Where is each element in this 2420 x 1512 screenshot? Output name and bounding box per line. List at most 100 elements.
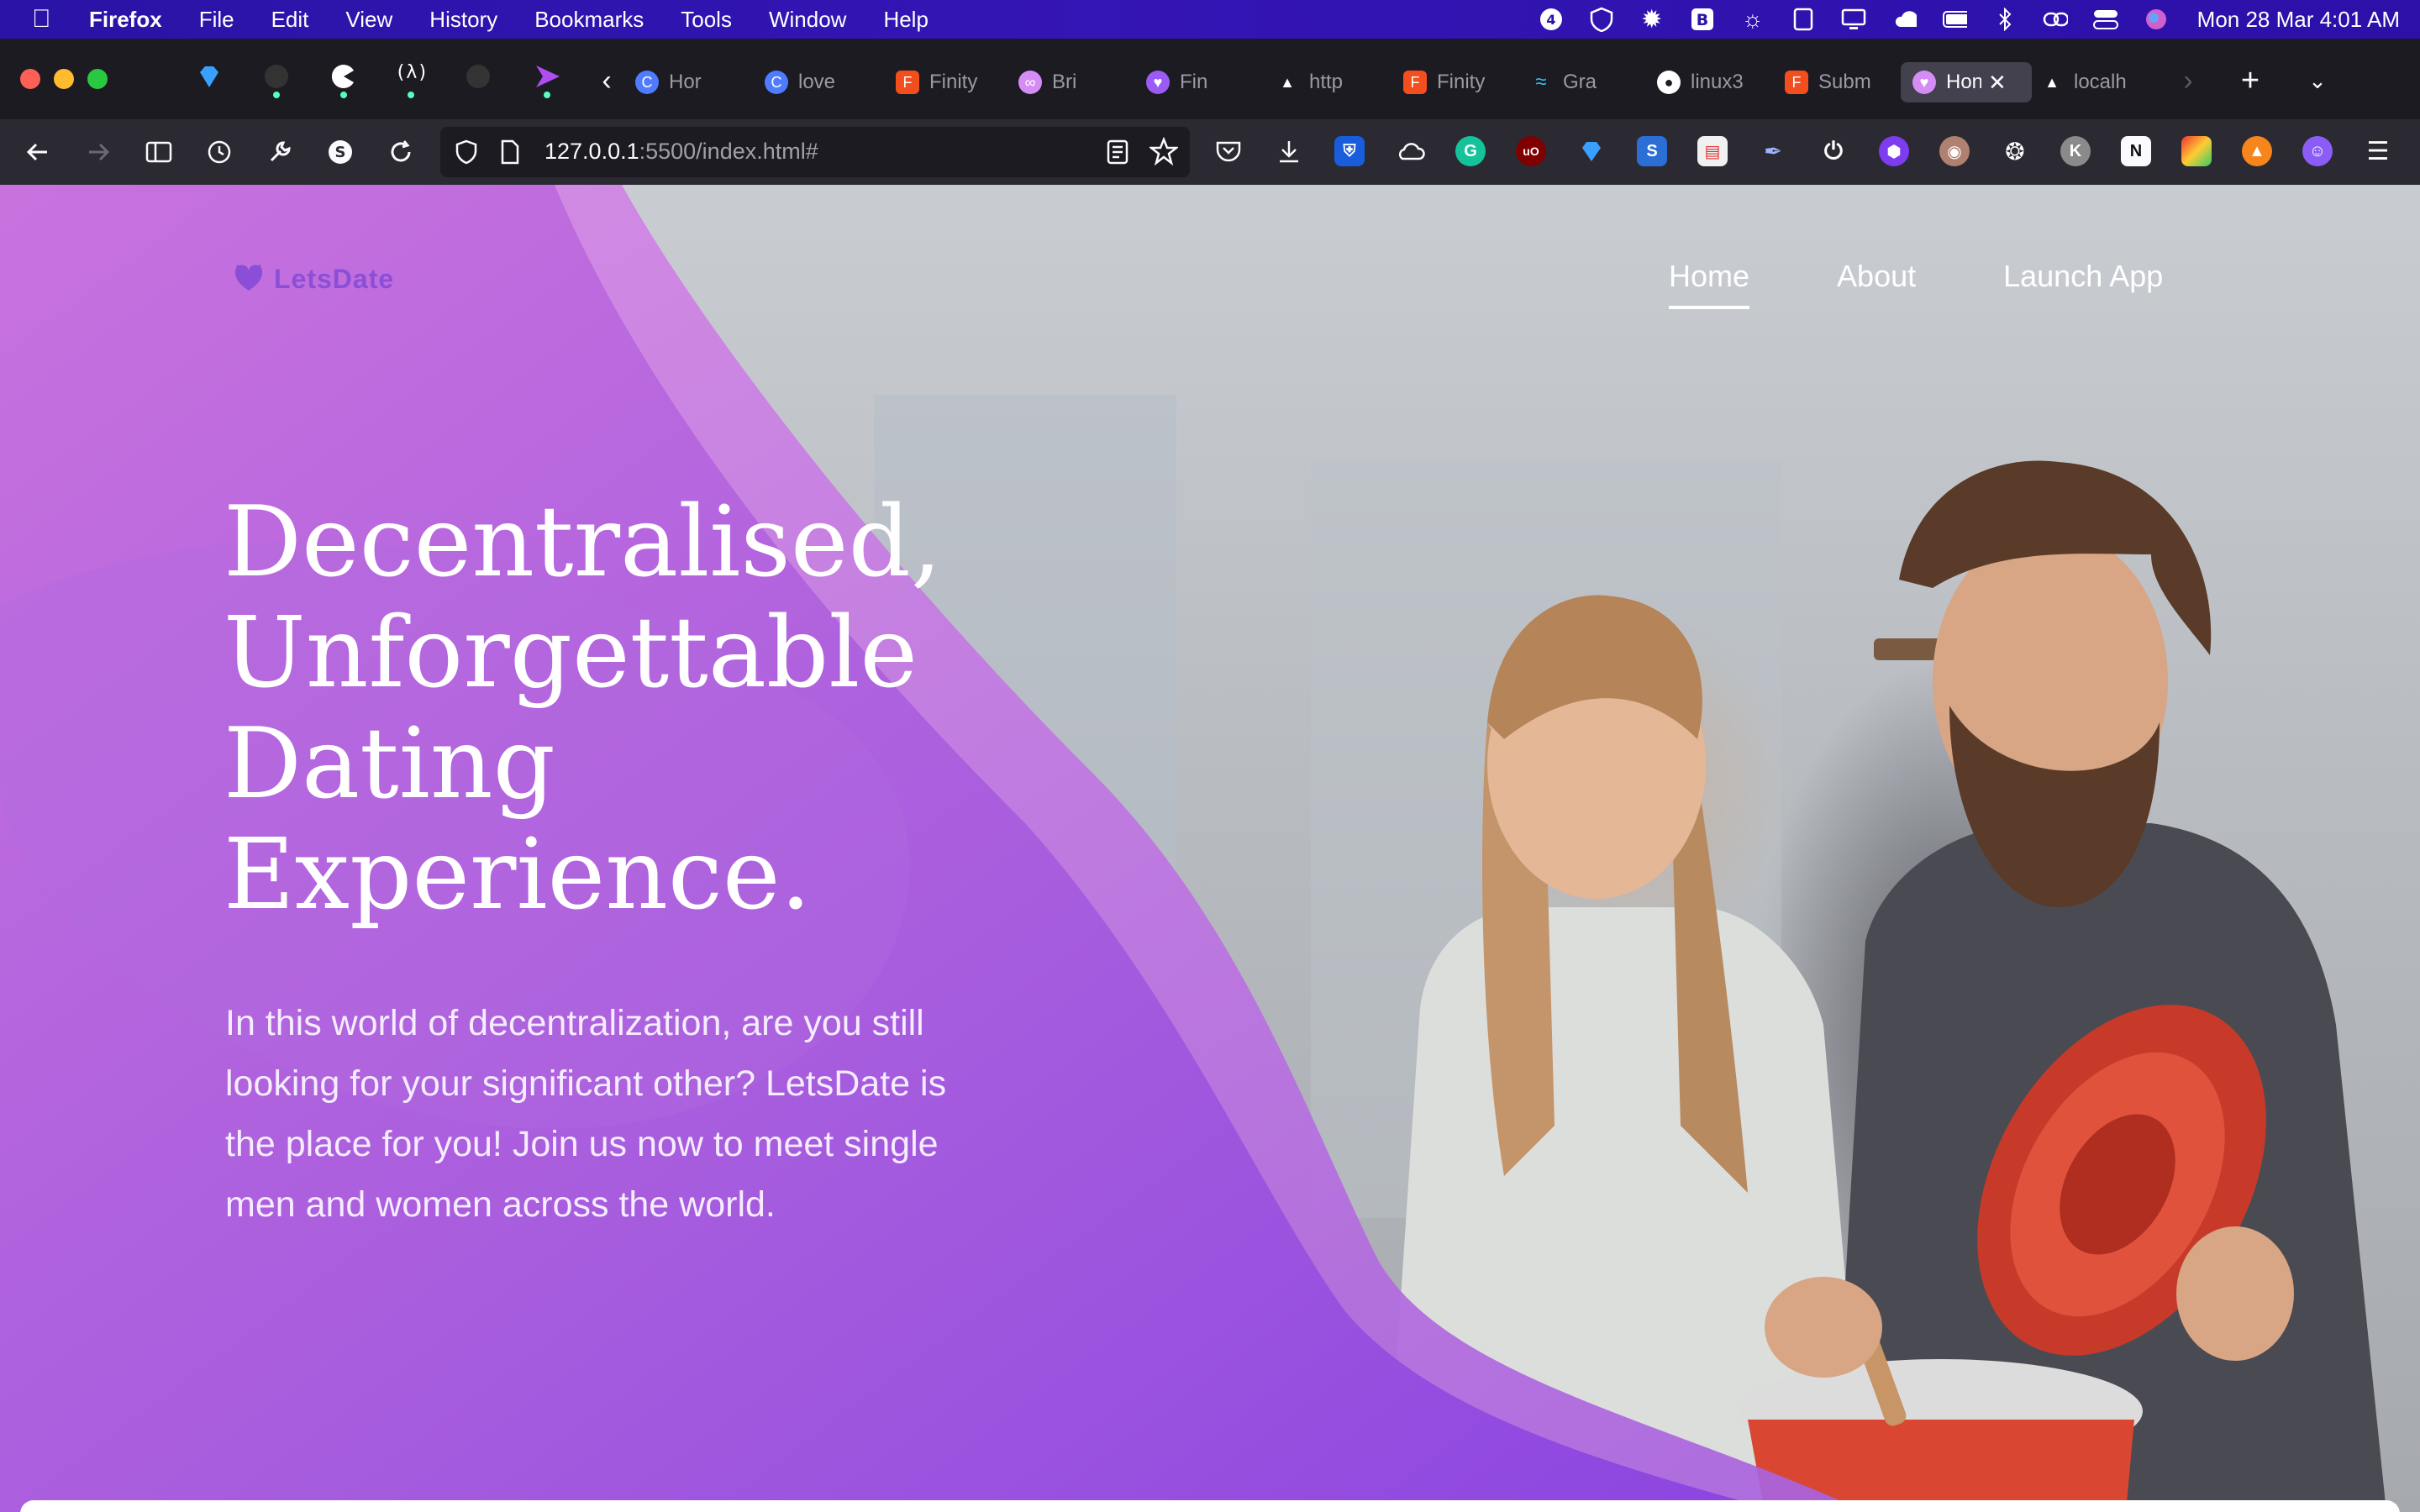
tab-title: Gra bbox=[1563, 71, 1597, 93]
pocket-icon[interactable] bbox=[1213, 136, 1244, 166]
s-extension-icon[interactable]: S bbox=[323, 134, 358, 170]
close-tab-icon[interactable]: ✕ bbox=[1988, 70, 2007, 96]
tab[interactable]: F Finity bbox=[896, 62, 988, 102]
memory-icon[interactable] bbox=[1791, 7, 1816, 32]
tab-active[interactable]: ♥ Hon ✕ bbox=[1901, 62, 2032, 102]
menu-history[interactable]: History bbox=[429, 7, 497, 33]
tab[interactable]: ∞ Bri bbox=[1018, 62, 1111, 102]
history-icon[interactable] bbox=[202, 134, 237, 170]
tab[interactable]: ♥ Fin bbox=[1146, 62, 1239, 102]
tab-title: http bbox=[1309, 71, 1344, 93]
bold-b-icon[interactable]: B bbox=[1690, 7, 1715, 32]
power-icon[interactable]: ⏻ bbox=[1818, 136, 1849, 166]
url-bar[interactable]: 127.0.0.1:5500/index.html# bbox=[440, 127, 1190, 177]
vercel-icon: ▲ bbox=[2044, 73, 2060, 91]
url-path: :5500/index.html# bbox=[639, 139, 818, 164]
scroll-tabs-right-button[interactable]: › bbox=[2171, 64, 2205, 97]
tailwind-icon: ≈ bbox=[1535, 71, 1547, 93]
color-picker-icon[interactable] bbox=[2181, 136, 2212, 166]
tab-title: Bri bbox=[1052, 71, 1077, 93]
k-extension-icon[interactable]: K bbox=[2060, 136, 2091, 166]
tab[interactable]: ▲ http bbox=[1276, 62, 1368, 102]
menu-view[interactable]: View bbox=[345, 7, 392, 33]
grammarly-icon[interactable]: G bbox=[1455, 136, 1486, 166]
scroll-tabs-left-button[interactable]: ‹ bbox=[590, 64, 623, 97]
menu-window[interactable]: Window bbox=[769, 7, 846, 33]
bluetooth-icon[interactable] bbox=[1992, 7, 2018, 32]
bitwarden-icon[interactable]: ⛨ bbox=[1334, 136, 1365, 166]
menu-help[interactable]: Help bbox=[883, 7, 928, 33]
c-icon: C bbox=[635, 71, 659, 94]
menu-edit[interactable]: Edit bbox=[271, 7, 309, 33]
tab-title: Hon bbox=[1946, 71, 1981, 93]
tracking-shield-icon[interactable] bbox=[454, 139, 479, 170]
menu-file[interactable]: File bbox=[199, 7, 234, 33]
pinned-tab-diamond[interactable] bbox=[195, 62, 224, 91]
siri-icon[interactable] bbox=[2144, 7, 2169, 32]
shield-icon[interactable] bbox=[1589, 7, 1614, 32]
tab[interactable]: F Subm bbox=[1785, 62, 1877, 102]
wrench-icon[interactable] bbox=[262, 134, 297, 170]
new-tab-button[interactable]: + bbox=[2233, 63, 2267, 98]
cloud-extension-icon[interactable] bbox=[1395, 136, 1425, 166]
metamask-icon[interactable]: ▲ bbox=[2242, 136, 2272, 166]
tab[interactable]: ≈ Gra bbox=[1529, 62, 1622, 102]
minimize-window-button[interactable] bbox=[54, 69, 74, 89]
tab[interactable]: F Finity bbox=[1403, 62, 1496, 102]
control-center-icon[interactable] bbox=[2092, 7, 2118, 32]
reload-button[interactable] bbox=[383, 134, 418, 170]
pinned-tab-github[interactable] bbox=[262, 62, 291, 91]
tab-title: Finity bbox=[1437, 71, 1486, 93]
menu-clock[interactable]: Mon 28 Mar 4:01 AM bbox=[2197, 7, 2400, 33]
tab[interactable]: ● linux3 bbox=[1657, 62, 1749, 102]
nav-home-link[interactable]: Home bbox=[1669, 259, 1750, 309]
list-all-tabs-button[interactable]: ⌄ bbox=[2301, 64, 2334, 97]
pinned-tab-lambda[interactable]: (λ) bbox=[395, 62, 429, 91]
zoom-window-button[interactable] bbox=[87, 69, 108, 89]
page-icon[interactable] bbox=[499, 139, 521, 170]
one-password-icon[interactable]: 4 bbox=[1539, 7, 1564, 32]
pinned-tab-pacman[interactable] bbox=[329, 62, 358, 91]
tab[interactable]: C Hor bbox=[635, 62, 728, 102]
reader-view-icon[interactable] bbox=[1106, 139, 1129, 170]
tab[interactable]: Clove bbox=[765, 62, 857, 102]
hexagon-extension-icon[interactable]: ⬢ bbox=[1879, 136, 1909, 166]
menu-bookmarks[interactable]: Bookmarks bbox=[534, 7, 644, 33]
apple-icon[interactable]:  bbox=[32, 5, 51, 34]
pinned-tab-play[interactable] bbox=[533, 62, 561, 91]
close-window-button[interactable] bbox=[20, 69, 40, 89]
display-icon[interactable] bbox=[1841, 7, 1866, 32]
nav-launch-app-link[interactable]: Launch App bbox=[2003, 259, 2163, 309]
menu-app-name[interactable]: Firefox bbox=[89, 7, 162, 33]
bookmark-star-icon[interactable] bbox=[1148, 136, 1180, 170]
cookie-icon[interactable]: ❂ bbox=[2000, 136, 2030, 166]
brightness-icon[interactable]: ☼ bbox=[1740, 6, 1765, 32]
hamburger-menu-icon[interactable]: ☰ bbox=[2363, 136, 2393, 166]
diamond-extension-icon[interactable] bbox=[1576, 136, 1607, 166]
cloud-icon[interactable] bbox=[1891, 7, 1917, 32]
svg-text:S: S bbox=[335, 144, 346, 161]
download-icon[interactable] bbox=[1274, 136, 1304, 166]
nav-about-link[interactable]: About bbox=[1837, 259, 1916, 309]
battery-icon[interactable] bbox=[1942, 7, 1967, 32]
brand-heart-icon bbox=[232, 262, 266, 296]
profile-avatar-icon[interactable]: ☺ bbox=[2302, 136, 2333, 166]
pen-icon[interactable]: ✒ bbox=[1758, 136, 1788, 166]
gear-icon[interactable]: ✹ bbox=[1639, 6, 1665, 34]
notion-icon[interactable]: N bbox=[2121, 136, 2151, 166]
pinned-tab-github[interactable] bbox=[464, 62, 492, 91]
figma-icon: F bbox=[1785, 71, 1808, 94]
tab[interactable]: ▲ localh bbox=[2040, 62, 2133, 102]
owl-icon[interactable]: ◉ bbox=[1939, 136, 1970, 166]
s-square-icon[interactable]: S bbox=[1637, 136, 1667, 166]
back-button[interactable] bbox=[20, 134, 55, 170]
ublock-icon[interactable]: uO bbox=[1516, 136, 1546, 166]
clipper-icon[interactable]: ▤ bbox=[1697, 136, 1728, 166]
brand-logo[interactable]: LetsDate bbox=[232, 262, 394, 296]
menu-tools[interactable]: Tools bbox=[681, 7, 732, 33]
link-icon[interactable] bbox=[2043, 7, 2068, 32]
sidebar-icon[interactable] bbox=[141, 134, 176, 170]
forward-button[interactable] bbox=[81, 134, 116, 170]
url-text[interactable]: 127.0.0.1:5500/index.html# bbox=[544, 139, 818, 165]
tab-title: localh bbox=[2074, 71, 2127, 93]
